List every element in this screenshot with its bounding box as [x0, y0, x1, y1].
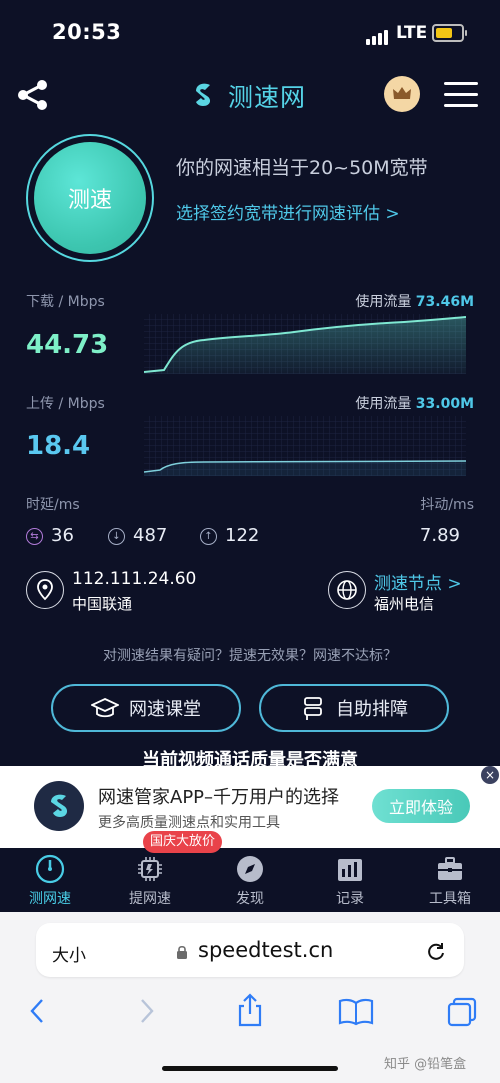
globe-icon — [328, 571, 366, 609]
nav-label: 测网速 — [29, 891, 71, 907]
close-ad-icon[interactable]: × — [481, 766, 499, 784]
nav-label: 提网速 — [129, 891, 171, 907]
vip-crown-button[interactable] — [384, 76, 420, 112]
nav-label: 记录 — [336, 891, 364, 907]
download-traffic-value: 73.46M — [415, 294, 474, 310]
upload-label: 上传 / Mbps — [26, 396, 105, 412]
toolbox-icon — [400, 852, 500, 886]
ad-title: 网速管家APP–千万用户的选择 — [98, 787, 340, 808]
forward-icon[interactable] — [134, 996, 158, 1030]
download-latency-value: 487 — [133, 525, 168, 546]
upload-traffic-label: 使用流量 — [355, 396, 412, 412]
bandwidth-evaluate-link[interactable]: 选择签约宽带进行网速评估 > — [176, 199, 400, 224]
compass-icon — [200, 852, 300, 886]
text-size-button[interactable]: 大小 — [52, 941, 86, 966]
nav-records[interactable]: 记录 — [300, 852, 400, 908]
share-page-icon[interactable] — [234, 992, 266, 1032]
upload-traffic-value: 33.00M — [415, 396, 474, 412]
upload-latency-value: 122 — [225, 525, 260, 546]
signpost-icon — [304, 697, 322, 720]
start-test-button[interactable]: 测速 — [34, 142, 146, 254]
crown-icon — [393, 87, 411, 99]
upload-arrow-icon: ↑ — [200, 527, 217, 545]
nav-speed-test[interactable]: 测网速 — [0, 852, 100, 908]
status-time: 20:53 — [52, 20, 122, 44]
ad-subtitle: 更多高质量测速点和实用工具 — [98, 815, 280, 831]
upload-latency: ↑ 122 — [200, 525, 259, 546]
upload-traffic: 使用流量 33.00M — [300, 393, 474, 413]
download-speed-value: 44.73 — [26, 330, 109, 360]
ip-address: 112.111.24.60 — [72, 569, 197, 589]
battery-icon — [432, 24, 467, 42]
tabs-icon[interactable] — [446, 996, 478, 1032]
speedometer-icon — [0, 852, 100, 886]
network-type: LTE — [396, 23, 428, 43]
nav-label: 工具箱 — [429, 891, 471, 907]
nav-label: 发现 — [236, 891, 264, 907]
bandwidth-equivalent: 你的网速相当于20~50M宽带 — [176, 157, 428, 179]
test-node-link[interactable]: 测速节点 > — [374, 569, 462, 594]
speed-classroom-button[interactable]: 网速课堂 — [51, 684, 241, 732]
chip-icon — [100, 852, 200, 886]
upload-speed-graph — [144, 416, 466, 476]
reload-icon[interactable] — [425, 940, 447, 966]
try-now-button[interactable]: 立即体验 — [372, 789, 470, 823]
nav-toolbox[interactable]: 工具箱 — [400, 852, 500, 908]
ping-value: 36 — [51, 525, 74, 546]
self-troubleshoot-button[interactable]: 自助排障 — [259, 684, 449, 732]
download-speed-graph — [144, 314, 466, 374]
ping-icon: ⇆ — [26, 527, 43, 545]
nav-boost-speed[interactable]: 提网速 — [100, 852, 200, 908]
test-node-city: 福州电信 — [374, 595, 435, 613]
self-troubleshoot-label: 自助排障 — [336, 699, 408, 720]
promo-badge: 国庆大放价 — [143, 831, 223, 853]
download-label: 下载 / Mbps — [26, 294, 105, 310]
download-arrow-icon: ↓ — [108, 527, 125, 545]
bookmarks-icon[interactable] — [338, 998, 374, 1030]
speed-classroom-label: 网速课堂 — [129, 699, 201, 720]
jitter-label: 抖动/ms — [420, 497, 474, 513]
video-call-survey-text: 当前视频通话质量是否满意 — [142, 750, 358, 766]
jitter-value: 7.89 — [419, 525, 460, 546]
download-latency: ↓ 487 — [108, 525, 167, 546]
isp-name: 中国联通 — [72, 595, 133, 613]
lock-icon — [176, 944, 188, 959]
menu-icon[interactable] — [444, 82, 478, 108]
latency-label: 时延/ms — [26, 497, 80, 513]
upload-speed-value: 18.4 — [26, 431, 91, 461]
back-icon[interactable] — [26, 996, 50, 1030]
share-icon[interactable] — [16, 78, 50, 112]
bar-chart-icon — [300, 852, 400, 886]
location-pin-icon — [26, 571, 64, 609]
app-title: 测速网 — [228, 83, 307, 112]
watermark: 知乎 @铅笔盒 — [384, 1057, 467, 1072]
feedback-prompt[interactable]: 对测速结果有疑问？提速无效果？网速不达标？ — [0, 645, 500, 665]
ad-app-logo-icon — [34, 781, 84, 831]
ping-latency: ⇆ 36 — [26, 525, 74, 546]
download-traffic-label: 使用流量 — [355, 294, 412, 310]
home-indicator — [162, 1066, 338, 1071]
cellular-signal-icon — [366, 26, 390, 45]
graduation-cap-icon — [91, 698, 119, 718]
url-text: speedtest.cn — [198, 938, 334, 962]
download-traffic: 使用流量 73.46M — [300, 291, 474, 311]
nav-discover[interactable]: 发现 — [200, 852, 300, 908]
brand-logo-icon — [190, 80, 218, 108]
